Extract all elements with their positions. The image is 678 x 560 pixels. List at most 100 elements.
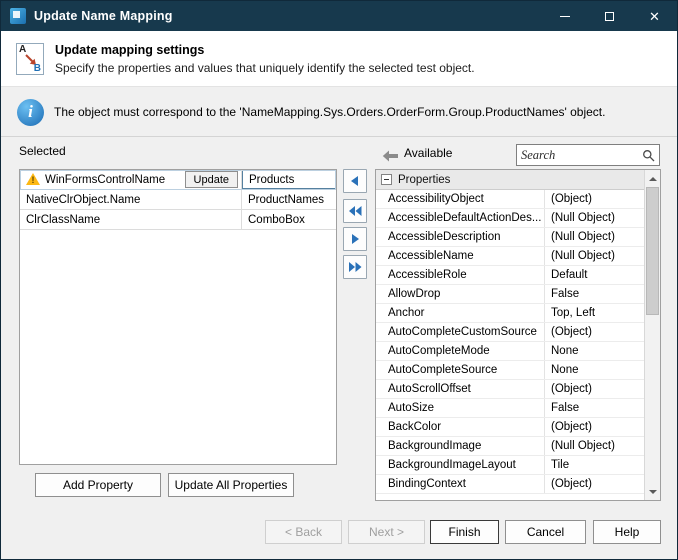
app-icon — [10, 8, 26, 24]
maximize-button[interactable] — [587, 1, 632, 31]
selected-label: Selected — [19, 144, 66, 158]
minimize-icon — [560, 16, 570, 17]
property-value: False — [544, 399, 644, 417]
property-value: Default — [544, 266, 644, 284]
property-value[interactable]: ComboBox — [242, 210, 336, 229]
property-value: None — [544, 361, 644, 379]
finish-button[interactable]: Finish — [430, 520, 499, 544]
info-icon: i — [17, 99, 44, 126]
property-value: (Object) — [544, 418, 644, 436]
property-value: (Object) — [544, 380, 644, 398]
property-value: None — [544, 342, 644, 360]
property-name: ClrClassName — [26, 214, 100, 226]
left-arrow-icon — [382, 149, 399, 167]
property-row[interactable]: AutoCompleteCustomSource (Object) — [376, 323, 644, 342]
property-value: Tile — [544, 456, 644, 474]
scroll-down-icon[interactable] — [645, 484, 660, 499]
scroll-thumb[interactable] — [646, 187, 659, 315]
property-name: AccessibleDefaultActionDes... — [376, 209, 544, 227]
page-subtitle: Specify the properties and values that u… — [55, 61, 475, 75]
move-left-icon — [347, 173, 363, 189]
info-bar: i The object must correspond to the 'Nam… — [1, 88, 677, 137]
property-name: AllowDrop — [376, 285, 544, 303]
property-row[interactable]: AutoScrollOffset (Object) — [376, 380, 644, 399]
titlebar[interactable]: Update Name Mapping ✕ — [1, 1, 677, 31]
property-row[interactable]: BindingContext (Object) — [376, 475, 644, 494]
property-row[interactable]: AllowDrop False — [376, 285, 644, 304]
property-row[interactable]: BackgroundImage (Null Object) — [376, 437, 644, 456]
cancel-button[interactable]: Cancel — [505, 520, 586, 544]
property-row[interactable]: AccessibleDefaultActionDes... (Null Obje… — [376, 209, 644, 228]
info-message: The object must correspond to the 'NameM… — [54, 105, 605, 119]
wizard-header: A B Update mapping settings Specify the … — [1, 31, 677, 87]
property-name: AutoCompleteCustomSource — [376, 323, 544, 341]
property-value: (Object) — [544, 475, 644, 493]
property-row[interactable]: AutoSize False — [376, 399, 644, 418]
minimize-button[interactable] — [542, 1, 587, 31]
property-name: BindingContext — [376, 475, 544, 493]
next-button[interactable]: Next > — [348, 520, 425, 544]
property-value: False — [544, 285, 644, 303]
property-row[interactable]: Anchor Top, Left — [376, 304, 644, 323]
move-all-right-button[interactable] — [343, 255, 367, 279]
property-value: (Null Object) — [544, 437, 644, 455]
move-all-right-icon — [347, 259, 363, 275]
properties-group-header[interactable]: Properties — [376, 170, 644, 190]
window-title: Update Name Mapping — [34, 9, 173, 23]
property-value: (Object) — [544, 190, 644, 208]
available-properties-panel: Properties AccessibilityObject (Object) … — [375, 169, 661, 501]
property-value: (Object) — [544, 323, 644, 341]
selected-row-clrclassname[interactable]: ClrClassName ComboBox — [20, 210, 336, 230]
property-value: Top, Left — [544, 304, 644, 322]
search-icon — [642, 149, 655, 162]
property-name: BackgroundImage — [376, 437, 544, 455]
group-label: Properties — [398, 174, 450, 186]
search-input[interactable] — [517, 146, 642, 165]
collapse-icon[interactable] — [381, 174, 392, 185]
maximize-icon — [605, 12, 614, 21]
page-title: Update mapping settings — [55, 43, 475, 57]
available-label: Available — [404, 146, 452, 160]
property-name: AutoCompleteMode — [376, 342, 544, 360]
property-row[interactable]: BackColor (Object) — [376, 418, 644, 437]
property-name: AccessibilityObject — [376, 190, 544, 208]
selected-row-nativeclrobject-name[interactable]: NativeClrObject.Name ProductNames — [20, 190, 336, 210]
name-mapping-icon: A B — [16, 43, 44, 75]
available-list: AccessibilityObject (Object) AccessibleD… — [376, 190, 644, 494]
property-value[interactable]: Products — [242, 170, 336, 189]
property-row[interactable]: AutoCompleteSource None — [376, 361, 644, 380]
property-row[interactable]: BackgroundImageLayout Tile — [376, 456, 644, 475]
property-name: AccessibleRole — [376, 266, 544, 284]
add-property-button[interactable]: Add Property — [35, 473, 161, 497]
selected-row-winformscontrolname[interactable]: ! WinFormsControlName Update Products — [20, 170, 336, 190]
property-row[interactable]: AccessibleDescription (Null Object) — [376, 228, 644, 247]
update-all-properties-button[interactable]: Update All Properties — [168, 473, 294, 497]
back-button[interactable]: < Back — [265, 520, 342, 544]
help-button[interactable]: Help — [593, 520, 661, 544]
property-row[interactable]: AccessibleName (Null Object) — [376, 247, 644, 266]
scrollbar[interactable] — [644, 170, 660, 500]
property-name: AutoCompleteSource — [376, 361, 544, 379]
property-row[interactable]: AccessibleRole Default — [376, 266, 644, 285]
property-row[interactable]: AutoCompleteMode None — [376, 342, 644, 361]
warning-icon: ! — [26, 173, 41, 186]
property-row[interactable]: AccessibilityObject (Object) — [376, 190, 644, 209]
property-name: WinFormsControlName — [45, 174, 165, 186]
property-name: AccessibleName — [376, 247, 544, 265]
property-name: AccessibleDescription — [376, 228, 544, 246]
move-left-button[interactable] — [343, 169, 367, 193]
move-all-left-icon — [347, 203, 363, 219]
update-button[interactable]: Update — [185, 171, 238, 188]
property-name: AutoScrollOffset — [376, 380, 544, 398]
property-name: Anchor — [376, 304, 544, 322]
move-right-button[interactable] — [343, 227, 367, 251]
close-button[interactable]: ✕ — [632, 1, 677, 31]
move-all-left-button[interactable] — [343, 199, 367, 223]
property-value: (Null Object) — [544, 247, 644, 265]
move-right-icon — [347, 231, 363, 247]
property-value[interactable]: ProductNames — [242, 190, 336, 209]
property-name: NativeClrObject.Name — [26, 194, 140, 206]
property-name: AutoSize — [376, 399, 544, 417]
scroll-up-icon[interactable] — [645, 171, 660, 186]
property-value: (Null Object) — [544, 228, 644, 246]
